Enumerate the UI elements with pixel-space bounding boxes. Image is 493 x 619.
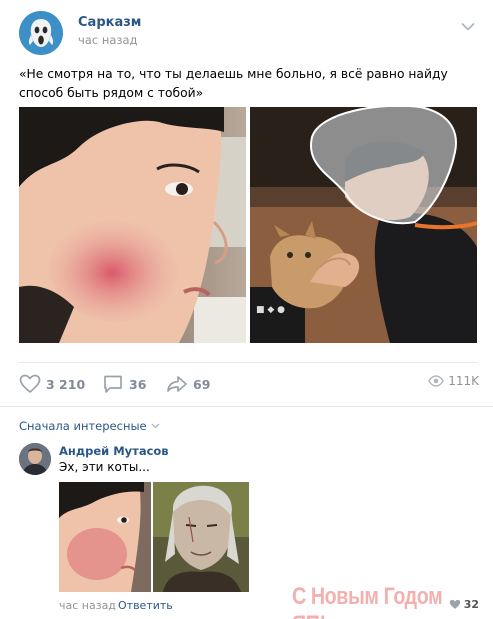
boy-with-red-cheek-photo[interactable] [19,107,246,343]
heart-icon [449,599,460,609]
comment-photo-boy[interactable] [59,482,151,592]
chevron-down-icon [461,23,475,31]
post-card: Сарказм час назад «Не смотря на то, что … [0,0,493,619]
comment-text: Эх, эти коты... [59,460,150,474]
comment-button[interactable]: 36 [102,373,146,395]
scream-face-icon [19,11,63,55]
post-author-link[interactable]: Сарказм [78,15,141,30]
views-counter: 111K [428,374,479,388]
likes-count: 3 210 [46,376,86,392]
like-button[interactable]: 3 210 [19,373,85,395]
post-text: «Не смотря на то, что ты делаешь мне бол… [19,67,448,100]
community-avatar[interactable] [19,11,63,55]
share-button[interactable]: 69 [166,373,210,395]
eye-icon [428,375,445,387]
comments-sort-dropdown[interactable]: Сначала интересные [19,419,160,433]
comments-count: 36 [129,376,147,392]
comments-sort-label: Сначала интересные [19,419,147,433]
views-count: 111K [448,374,479,388]
post-time[interactable]: час назад [78,33,138,47]
comment-likes-count: 32 [463,598,479,611]
comment-author-link[interactable]: Андрей Мутасов [59,444,169,458]
boy-with-bucket-and-cat-photo[interactable]: ■ ◆ ● [250,107,477,343]
comments-divider [0,406,493,407]
share-arrow-icon [167,376,187,392]
reply-button[interactable]: Ответить [118,599,173,612]
comment-like-button[interactable]: 32 [449,598,479,611]
comment-time[interactable]: час назад [59,599,116,612]
comment-author-avatar[interactable] [19,443,51,475]
watermark-text: С Новым Годом ЯП! [292,583,443,619]
post-menu-button[interactable] [461,17,475,31]
heart-icon [19,374,41,393]
chevron-down-icon [151,423,160,429]
comment-bubble-icon [104,375,122,393]
comment-photo-witcher[interactable] [153,482,249,592]
svg-text:■ ◆ ●: ■ ◆ ● [256,305,285,315]
shares-count: 69 [193,376,211,392]
post-divider [19,362,477,363]
